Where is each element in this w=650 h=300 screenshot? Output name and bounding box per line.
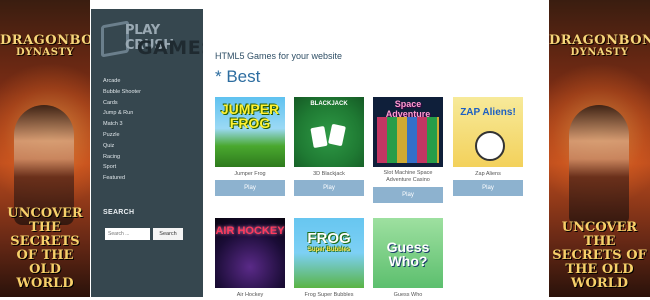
banner-tagline: UNCOVER THE SECRETS OF THE OLD WORLD xyxy=(7,206,83,291)
nav-item-cards[interactable]: Cards xyxy=(103,98,141,109)
alien-icon xyxy=(475,131,505,161)
game-title[interactable]: Slot Machine Space Adventure Casino xyxy=(373,170,443,186)
sidebar: PLAY CRUSH GAMES Arcade Bubble Shooter C… xyxy=(91,9,215,297)
game-thumbnail[interactable]: JUMPER FROG xyxy=(215,97,285,167)
slot-reels-image xyxy=(377,117,439,163)
nav-item-match-3[interactable]: Match 3 xyxy=(103,119,141,130)
thumbnail-title: ZAP Aliens! xyxy=(460,107,516,118)
nav-item-sport[interactable]: Sport xyxy=(103,162,141,173)
nav-item-bubble-shooter[interactable]: Bubble Shooter xyxy=(103,87,141,98)
thumbnail-title: Guess Who? xyxy=(386,239,430,269)
nav-item-jump-run[interactable]: Jump & Run xyxy=(103,108,141,119)
nav-item-racing[interactable]: Racing xyxy=(103,152,141,163)
search-button[interactable]: Search xyxy=(153,228,183,240)
game-thumbnail[interactable]: BLACKJACK xyxy=(294,97,364,167)
play-button[interactable]: Play xyxy=(294,180,364,196)
game-title[interactable]: Frog Super Bubbles xyxy=(294,291,364,300)
banner-logo: DRAGONBONE DYNASTY xyxy=(0,34,90,59)
game-card: ZAP Aliens! Zap Aliens Play xyxy=(453,97,523,196)
game-title[interactable]: 3D Blackjack xyxy=(294,170,364,179)
play-button[interactable]: Play xyxy=(373,187,443,203)
game-card: Space Adventure Slot Machine Space Adven… xyxy=(373,97,443,203)
game-card: Guess Who? Guess Who xyxy=(373,218,443,300)
main-content: HTML5 Games for your website * Best JUMP… xyxy=(203,0,549,300)
playing-card-icon xyxy=(310,125,328,149)
play-button[interactable]: Play xyxy=(453,180,523,196)
banner-logo-line1: DRAGONBONE xyxy=(549,33,650,48)
game-card: FROG Super Bubbles Frog Super Bubbles xyxy=(294,218,364,300)
nav-item-puzzle[interactable]: Puzzle xyxy=(103,130,141,141)
thumbnail-title: Space Adventure xyxy=(385,99,431,119)
game-card: BLACKJACK 3D Blackjack Play xyxy=(294,97,364,196)
category-nav: Arcade Bubble Shooter Cards Jump & Run M… xyxy=(103,76,141,184)
nav-item-quiz[interactable]: Quiz xyxy=(103,141,141,152)
game-thumbnail[interactable]: Space Adventure xyxy=(373,97,443,167)
search-input[interactable] xyxy=(105,228,150,240)
playing-card-icon xyxy=(328,123,346,147)
thumbnail-title: FROG Super Bubbles xyxy=(294,230,364,254)
banner-logo-line1: DRAGONBONE xyxy=(0,33,90,48)
game-thumbnail[interactable]: AIR HOCKEY xyxy=(215,218,285,288)
page-subtitle: HTML5 Games for your website xyxy=(215,51,343,61)
game-title[interactable]: Jumper Frog xyxy=(215,170,285,179)
nav-item-featured[interactable]: Featured xyxy=(103,173,141,184)
game-title[interactable]: Zap Aliens xyxy=(453,170,523,179)
thumbnail-title: BLACKJACK xyxy=(310,101,348,107)
banner-tagline: UNCOVER THE SECRETS OF THE OLD WORLD xyxy=(552,220,647,291)
site-logo[interactable]: PLAY CRUSH GAMES xyxy=(99,17,215,65)
game-thumbnail[interactable]: Guess Who? xyxy=(373,218,443,288)
search-title: SEARCH xyxy=(103,209,135,216)
banner-logo: DRAGONBONE DYNASTY xyxy=(549,34,650,59)
thumbnail-title: JUMPER FROG xyxy=(220,101,280,131)
thumbnail-title: AIR HOCKEY xyxy=(215,225,285,237)
game-card: AIR HOCKEY Air Hockey xyxy=(215,218,285,300)
nav-item-arcade[interactable]: Arcade xyxy=(103,76,141,87)
play-button[interactable]: Play xyxy=(215,180,285,196)
section-heading: * Best xyxy=(215,67,261,86)
game-title[interactable]: Air Hockey xyxy=(215,291,285,300)
game-card: JUMPER FROG Jumper Frog Play xyxy=(215,97,285,196)
game-thumbnail[interactable]: FROG Super Bubbles xyxy=(294,218,364,288)
game-thumbnail[interactable]: ZAP Aliens! xyxy=(453,97,523,167)
thumbnail-subtitle: Super Bubbles xyxy=(307,247,351,253)
left-ad-banner[interactable]: DRAGONBONE DYNASTY UNCOVER THE SECRETS O… xyxy=(0,0,90,297)
game-title[interactable]: Guess Who xyxy=(373,291,443,300)
right-ad-banner[interactable]: DRAGONBONE DYNASTY UNCOVER THE SECRETS O… xyxy=(549,0,650,297)
banner-logo-line2: DYNASTY xyxy=(570,47,629,58)
thumbnail-title-main: FROG xyxy=(307,230,351,247)
banner-logo-line2: DYNASTY xyxy=(15,47,74,58)
banner-hero-image xyxy=(569,105,629,225)
